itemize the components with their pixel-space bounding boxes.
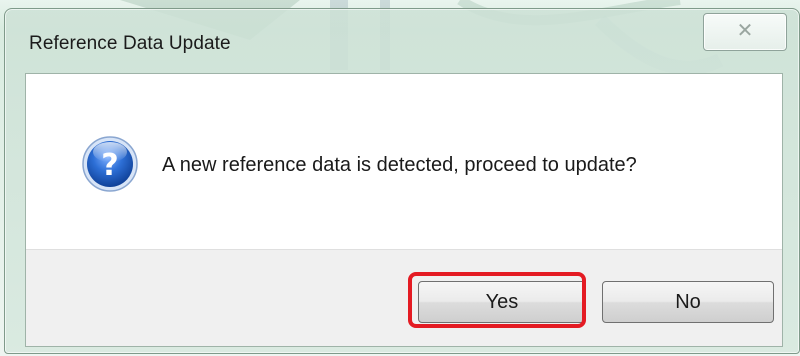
no-button[interactable]: No bbox=[602, 281, 774, 323]
svg-text:?: ? bbox=[101, 148, 118, 183]
reference-data-update-dialog: Reference Data Update ✕ ? A new referenc… bbox=[4, 8, 800, 354]
yes-button[interactable]: Yes bbox=[418, 281, 586, 323]
message-area: ? A new reference data is detected, proc… bbox=[26, 74, 782, 250]
dialog-message: A new reference data is detected, procee… bbox=[162, 154, 637, 176]
dialog-title: Reference Data Update bbox=[29, 33, 231, 54]
close-button[interactable]: ✕ bbox=[703, 13, 787, 51]
dialog-titlebar[interactable]: Reference Data Update ✕ bbox=[5, 9, 799, 69]
dialog-client-area: ? A new reference data is detected, proc… bbox=[25, 73, 783, 347]
question-icon: ? bbox=[82, 136, 138, 192]
close-icon: ✕ bbox=[736, 18, 754, 42]
dialog-button-bar: Yes No bbox=[26, 249, 782, 346]
